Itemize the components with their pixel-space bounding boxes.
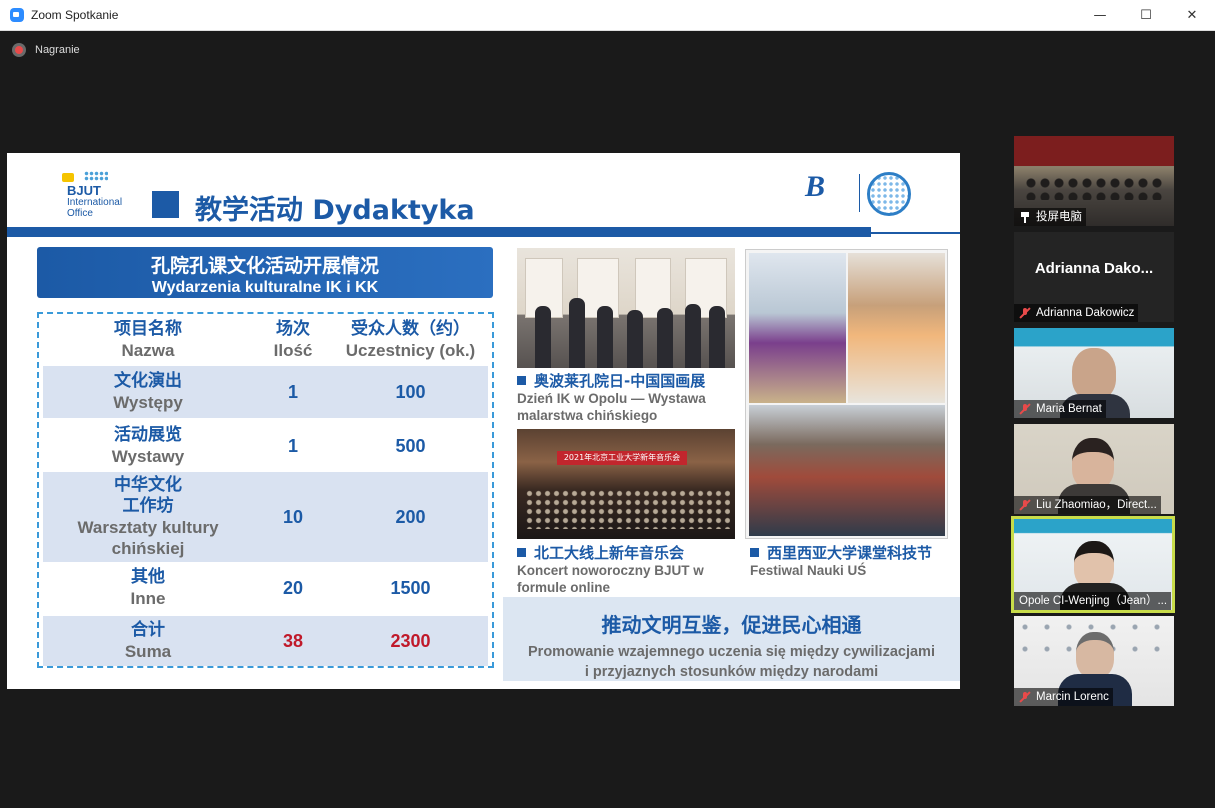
slogan-pl-line2: i przyjaznych stosunków między narodami [584,664,879,680]
dots-pattern-icon [84,171,108,181]
concert-banner: 2021年北京工业大学新年音乐会 [557,451,687,465]
exhibition-caption: 奥波莱孔院日-中国国画展 Dzień IK w Opolu — Wystawa … [517,372,706,423]
row-count: 10 [282,506,304,527]
participant-tile-active-speaker[interactable]: Opole CI-Wenjing（Jean）... [1011,516,1175,613]
shared-screen-slide: BJUT International Office 教学活动 Dydaktyka … [7,153,960,689]
pin-icon [1019,211,1031,223]
exhibition-photo [517,248,735,368]
participant-namebar: Opole CI-Wenjing（Jean）... [1014,592,1172,610]
row-audience: 1500 [390,577,431,598]
table-row: 活动展览 Wystawy 1 500 [43,420,488,472]
table-total-row: 合计 Suma 38 2300 [43,616,488,666]
bullet-icon [517,548,526,557]
slogan-box: 推动文明互鉴，促进民心相通 Promowanie wzajemnego ucze… [503,597,960,681]
participant-tile[interactable]: Maria Bernat [1014,328,1174,418]
participant-tile[interactable]: Liu Zhaomiao，Direct... [1014,424,1174,514]
participant-tile[interactable]: 投屏电脑 [1014,136,1174,226]
slide-title: 教学活动 Dydaktyka [195,195,475,226]
record-icon [12,43,26,57]
table-row: 中华文化 工作坊 Warsztaty kultury chińskiej 10 200 [43,472,488,562]
table-row: 其他 Inne 20 1500 [43,562,488,614]
header-count-pl: Ilość [273,341,313,360]
maximize-button[interactable]: ☐ [1123,0,1169,31]
window-controls: — ☐ ✕ [1077,0,1215,31]
row-count: 1 [287,435,298,456]
slogan-pl-line1: Promowanie wzajemnego uczenia się między… [528,644,935,660]
participant-display-name: Adrianna Dako... [1034,259,1154,277]
row-audience: 500 [395,435,426,456]
window-title: Zoom Spotkanie [31,8,119,22]
row-count: 20 [282,577,304,598]
header-rule [7,227,871,237]
participant-namebar: 投屏电脑 [1014,208,1086,226]
section-header-pl: Wydarzenia kulturalne IK i KK [151,279,379,296]
concert-photo: 2021年北京工业大学新年音乐会 [517,429,735,539]
total-count: 38 [282,630,304,651]
concert-caption: 北工大线上新年音乐会 Koncert noworoczny BJUT w for… [517,544,704,595]
table-header-row: 项目名称 Nazwa 场次 Ilość 受众人数（约） Uczestnicy (ok.… [43,316,488,364]
science-festival-photo [745,249,948,539]
science-caption: 西里西亚大学课堂科技节 Festiwal Nauki UŚ [750,544,933,578]
bullet-icon [750,548,759,557]
window-titlebar: Zoom Spotkanie — ☐ ✕ [0,0,1215,31]
section-header: 孔院孔课文化活动开展情况 Wydarzenia kulturalne IK i … [37,247,493,298]
header-audience-zh: 受众人数（约） [351,319,470,339]
header-count-zh: 场次 [276,319,310,339]
title-square-icon [152,191,179,218]
muted-mic-icon [1019,403,1031,415]
bjut-international-office-logo: BJUT International Office [62,165,142,225]
bjut-b-logo-icon: B [805,170,826,203]
bjut-university-logo: B [787,168,917,218]
participant-namebar: Marcin Lorenc [1014,688,1113,706]
participant-tile[interactable]: Adrianna Dako... Adrianna Dakowicz [1014,232,1174,322]
recording-label: Nagranie [35,44,80,56]
zoom-app-icon [10,8,24,22]
international-globe-logo-icon [867,172,911,216]
header-name-pl: Nazwa [121,341,175,360]
activities-table: 项目名称 Nazwa 场次 Ilość 受众人数（约） Uczestnicy (ok.… [37,312,494,668]
logo-text-international: International Office [67,197,123,219]
section-header-zh: 孔院孔课文化活动开展情况 [150,255,379,277]
speech-bubble-icon [62,173,74,182]
close-button[interactable]: ✕ [1169,0,1215,31]
participant-namebar: Maria Bernat [1014,400,1106,418]
recording-indicator[interactable]: Nagranie [12,43,80,57]
muted-mic-icon [1019,691,1031,703]
participant-tile[interactable]: Marcin Lorenc [1014,616,1174,706]
bullet-icon [517,376,526,385]
muted-mic-icon [1019,499,1031,511]
row-audience: 100 [395,381,426,402]
participant-namebar: Liu Zhaomiao，Direct... [1014,496,1161,514]
total-audience: 2300 [390,630,431,651]
minimize-button[interactable]: — [1077,0,1123,31]
table-row: 文化演出 Występy 1 100 [43,366,488,418]
row-count: 1 [287,381,298,402]
participant-namebar: Adrianna Dakowicz [1014,304,1139,322]
header-rule-thin [871,232,960,234]
row-audience: 200 [395,506,426,527]
slogan-zh: 推动文明互鉴，促进民心相通 [601,613,862,637]
header-audience-pl: Uczestnicy (ok.) [345,341,476,360]
logo-text-bjut: BJUT [67,183,101,198]
header-name-zh: 项目名称 [114,319,182,339]
muted-mic-icon [1019,307,1031,319]
